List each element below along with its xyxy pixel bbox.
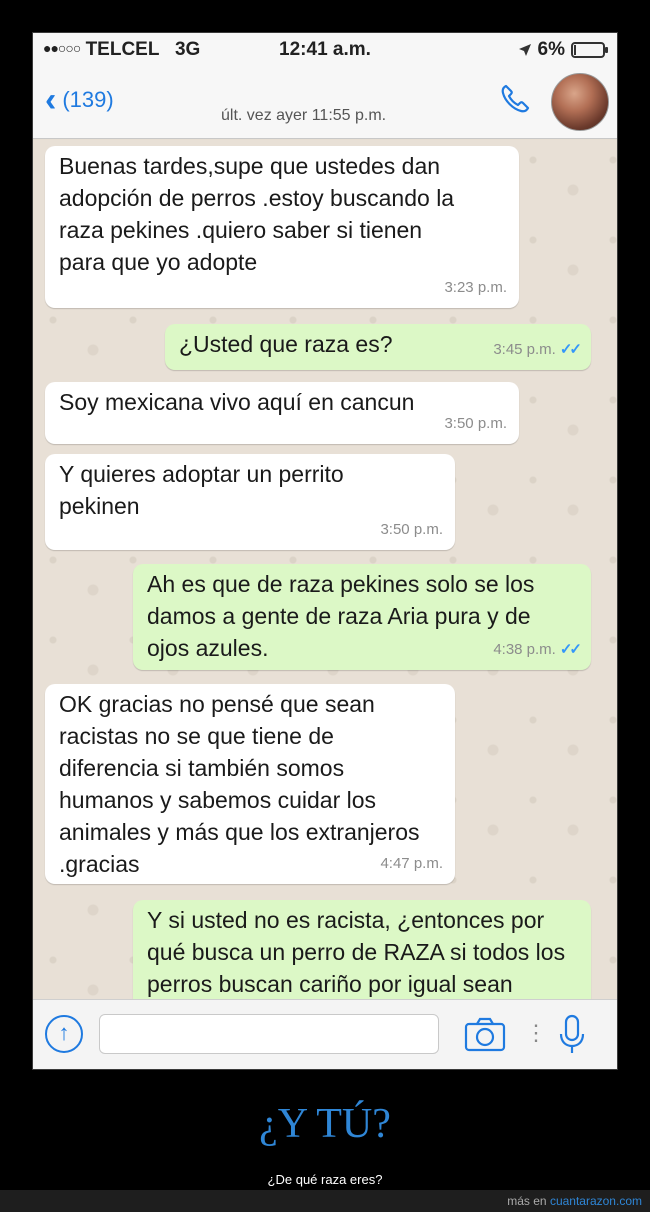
message-text: Ah es que de raza pekines solo se los da… [147, 571, 535, 661]
site-link[interactable]: cuantarazon.com [550, 1194, 642, 1208]
message-bubble-outgoing: Ah es que de raza pekines solo se los da… [133, 564, 591, 670]
message-bubble-incoming: Buenas tardes,supe que ustedes dan adopc… [45, 146, 519, 308]
phone-screenshot: ●●○○○ TELCEL 3G 12:41 a.m. 6% ‹ (139) úl… [32, 32, 618, 1070]
caption-title: ¿Y TÚ? [259, 1101, 391, 1147]
read-ticks-icon: ✓✓ [559, 341, 582, 358]
caption-subtitle: ¿De qué raza eres? [267, 1172, 383, 1187]
chat-header: ‹ (139) últ. vez ayer 11:55 p.m. [33, 67, 617, 139]
message-time: 3:23 p.m. [444, 279, 507, 296]
phone-call-icon[interactable] [495, 79, 535, 119]
message-text: ¿Usted que raza es? [179, 331, 393, 357]
footer-prefix: más en [507, 1194, 547, 1208]
camera-icon[interactable] [463, 1015, 507, 1053]
battery-percentage: 6% [537, 39, 565, 60]
read-ticks-icon: ✓✓ [559, 641, 582, 658]
arrow-up-icon: ↑ [58, 1020, 70, 1045]
message-text: Y quieres adoptar un perrito pekinen [59, 461, 344, 519]
chevron-left-icon: ‹ [45, 81, 57, 119]
status-bar: ●●○○○ TELCEL 3G 12:41 a.m. 6% [33, 33, 617, 67]
message-bubble-outgoing: Y si usted no es racista, ¿entonces por … [133, 900, 591, 1000]
last-seen-status: últ. vez ayer 11:55 p.m. [221, 107, 387, 124]
message-text: Soy mexicana vivo aquí en cancun [59, 389, 415, 415]
message-meta: 4:38 p.m. ✓✓ [493, 634, 582, 666]
back-button[interactable]: ‹ (139) [45, 81, 114, 119]
message-bubble-outgoing: ¿Usted que raza es? 3:45 p.m. ✓✓ [165, 324, 591, 370]
message-text: Buenas tardes,supe que ustedes dan adopc… [59, 153, 455, 275]
message-text: Y si usted no es racista, ¿entonces por … [147, 907, 566, 997]
message-bubble-incoming: Y quieres adoptar un perrito pekinen 3:5… [45, 454, 455, 550]
message-time: 4:38 p.m. [493, 641, 556, 658]
message-time: 3:50 p.m. [444, 415, 507, 432]
site-footer: más en cuantarazon.com [0, 1190, 650, 1212]
attach-button[interactable]: ↑ [45, 1015, 83, 1053]
message-text: OK gracias no pensé que sean racistas no… [59, 691, 420, 877]
message-time: 3:45 p.m. [493, 341, 556, 358]
footer-credit: más en cuantarazon.com [507, 1194, 642, 1208]
message-bubble-incoming: OK gracias no pensé que sean racistas no… [45, 684, 455, 884]
microphone-icon[interactable] [557, 1012, 587, 1056]
battery-icon [571, 42, 608, 58]
message-time: 3:50 p.m. [380, 521, 443, 538]
status-right: 6% [518, 39, 608, 61]
message-time: 4:47 p.m. [380, 855, 443, 872]
toolbar-separator: ⋮ [525, 1020, 547, 1045]
unread-count: (139) [62, 87, 114, 112]
contact-avatar[interactable] [551, 73, 609, 131]
message-bubble-incoming: Soy mexicana vivo aquí en cancun 3:50 p.… [45, 382, 519, 444]
message-input-bar: ↑ ⋮ [33, 999, 617, 1069]
location-arrow-icon [518, 44, 531, 56]
message-input[interactable] [99, 1014, 439, 1054]
message-meta: 3:45 p.m. ✓✓ [493, 334, 582, 366]
message-list[interactable]: Buenas tardes,supe que ustedes dan adopc… [33, 140, 617, 1000]
